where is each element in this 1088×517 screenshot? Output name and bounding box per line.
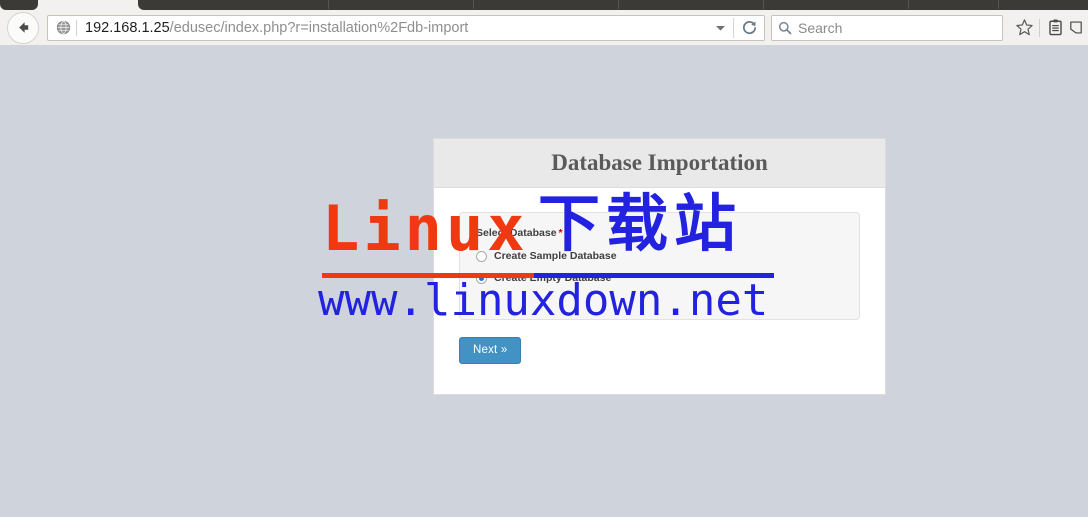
required-marker: *	[558, 227, 563, 239]
reload-icon	[742, 21, 756, 35]
page-title: Database Importation	[551, 150, 768, 175]
browser-tab-2[interactable]	[138, 0, 1088, 10]
tab-separator	[998, 0, 999, 9]
radio-indicator[interactable]	[476, 272, 487, 284]
installation-card: Database Importation Select Database * Cr…	[433, 138, 886, 395]
sidebar-icon[interactable]	[1070, 13, 1084, 43]
radio-option-create-sample-database[interactable]: Create Sample Database	[476, 250, 843, 262]
browser-chrome: 192.168.1.25/edusec/index.php?r=installa…	[0, 0, 1088, 45]
back-button[interactable]	[7, 11, 39, 44]
reload-button[interactable]	[734, 19, 764, 36]
select-database-label-text: Select Database	[476, 227, 557, 239]
tab-separator	[328, 0, 329, 9]
back-arrow-icon	[18, 22, 28, 33]
tab-separator	[618, 0, 619, 9]
card-body: Select Database * Create Sample Database …	[434, 188, 885, 394]
search-input-placeholder[interactable]: Search	[798, 20, 842, 36]
select-database-label: Select Database *	[476, 227, 843, 239]
navigation-toolbar: 192.168.1.25/edusec/index.php?r=installa…	[0, 10, 1088, 45]
globe-icon[interactable]	[48, 20, 76, 35]
search-icon	[772, 21, 798, 35]
tab-separator	[763, 0, 764, 9]
radio-option-label: Create Sample Database	[494, 250, 617, 262]
url-history-dropdown-button[interactable]	[707, 24, 733, 32]
bookmark-star-icon[interactable]	[1009, 13, 1039, 43]
browser-tab-1[interactable]	[0, 0, 38, 10]
tab-separator	[473, 0, 474, 9]
radio-indicator[interactable]	[476, 250, 487, 262]
browser-tab-strip	[0, 0, 1088, 10]
url-path: /edusec/index.php?r=installation%2Fdb-im…	[169, 19, 469, 36]
card-header: Database Importation	[434, 139, 885, 188]
url-bar[interactable]: 192.168.1.25/edusec/index.php?r=installa…	[47, 14, 765, 41]
page-viewport: Database Importation Select Database * Cr…	[0, 45, 1088, 517]
toolbar-right-icons	[1009, 13, 1084, 43]
search-bar[interactable]: Search	[771, 14, 1003, 41]
select-database-fieldset: Select Database * Create Sample Database …	[459, 212, 860, 320]
chevron-down-icon	[715, 25, 725, 31]
reading-list-icon[interactable]	[1040, 13, 1070, 43]
radio-option-create-empty-database[interactable]: Create Empty Database	[476, 272, 843, 284]
tab-separator	[908, 0, 909, 9]
url-text[interactable]: 192.168.1.25/edusec/index.php?r=installa…	[77, 20, 707, 36]
next-button[interactable]: Next »	[459, 337, 522, 364]
url-host: 192.168.1.25	[85, 19, 170, 36]
radio-option-label: Create Empty Database	[494, 272, 612, 284]
